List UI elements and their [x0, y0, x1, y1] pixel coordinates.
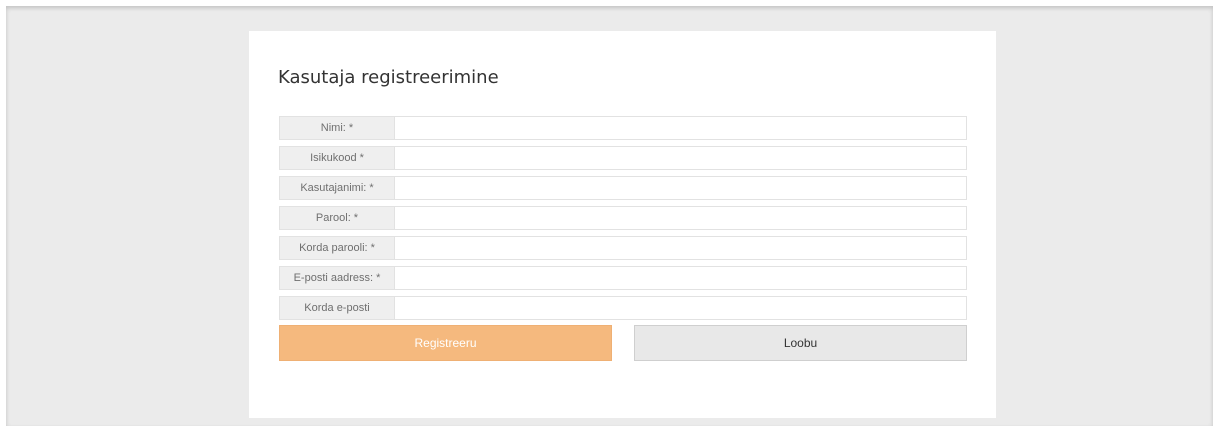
username-input[interactable] [394, 176, 967, 200]
register-button[interactable]: Registreeru [279, 325, 612, 361]
email-confirm-label: Korda e-posti [279, 296, 394, 320]
password-input[interactable] [394, 206, 967, 230]
form-row-password-confirm: Korda parooli: * [279, 236, 967, 260]
id-code-label: Isikukood * [279, 146, 394, 170]
cancel-button[interactable]: Loobu [634, 325, 967, 361]
page-title: Kasutaja registreerimine [278, 67, 499, 88]
form-row-email: E-posti aadress: * [279, 266, 967, 290]
password-label: Parool: * [279, 206, 394, 230]
username-label: Kasutajanimi: * [279, 176, 394, 200]
password-confirm-label: Korda parooli: * [279, 236, 394, 260]
name-input[interactable] [394, 116, 967, 140]
page-background: Kasutaja registreerimine Nimi: * Isikuko… [6, 6, 1213, 426]
email-confirm-input[interactable] [394, 296, 967, 320]
email-input[interactable] [394, 266, 967, 290]
form-row-username: Kasutajanimi: * [279, 176, 967, 200]
email-label: E-posti aadress: * [279, 266, 394, 290]
password-confirm-input[interactable] [394, 236, 967, 260]
form-row-email-confirm: Korda e-posti [279, 296, 967, 320]
form-row-password: Parool: * [279, 206, 967, 230]
form-row-name: Nimi: * [279, 116, 967, 140]
registration-card: Kasutaja registreerimine Nimi: * Isikuko… [249, 31, 996, 418]
id-code-input[interactable] [394, 146, 967, 170]
form-row-id-code: Isikukood * [279, 146, 967, 170]
name-label: Nimi: * [279, 116, 394, 140]
